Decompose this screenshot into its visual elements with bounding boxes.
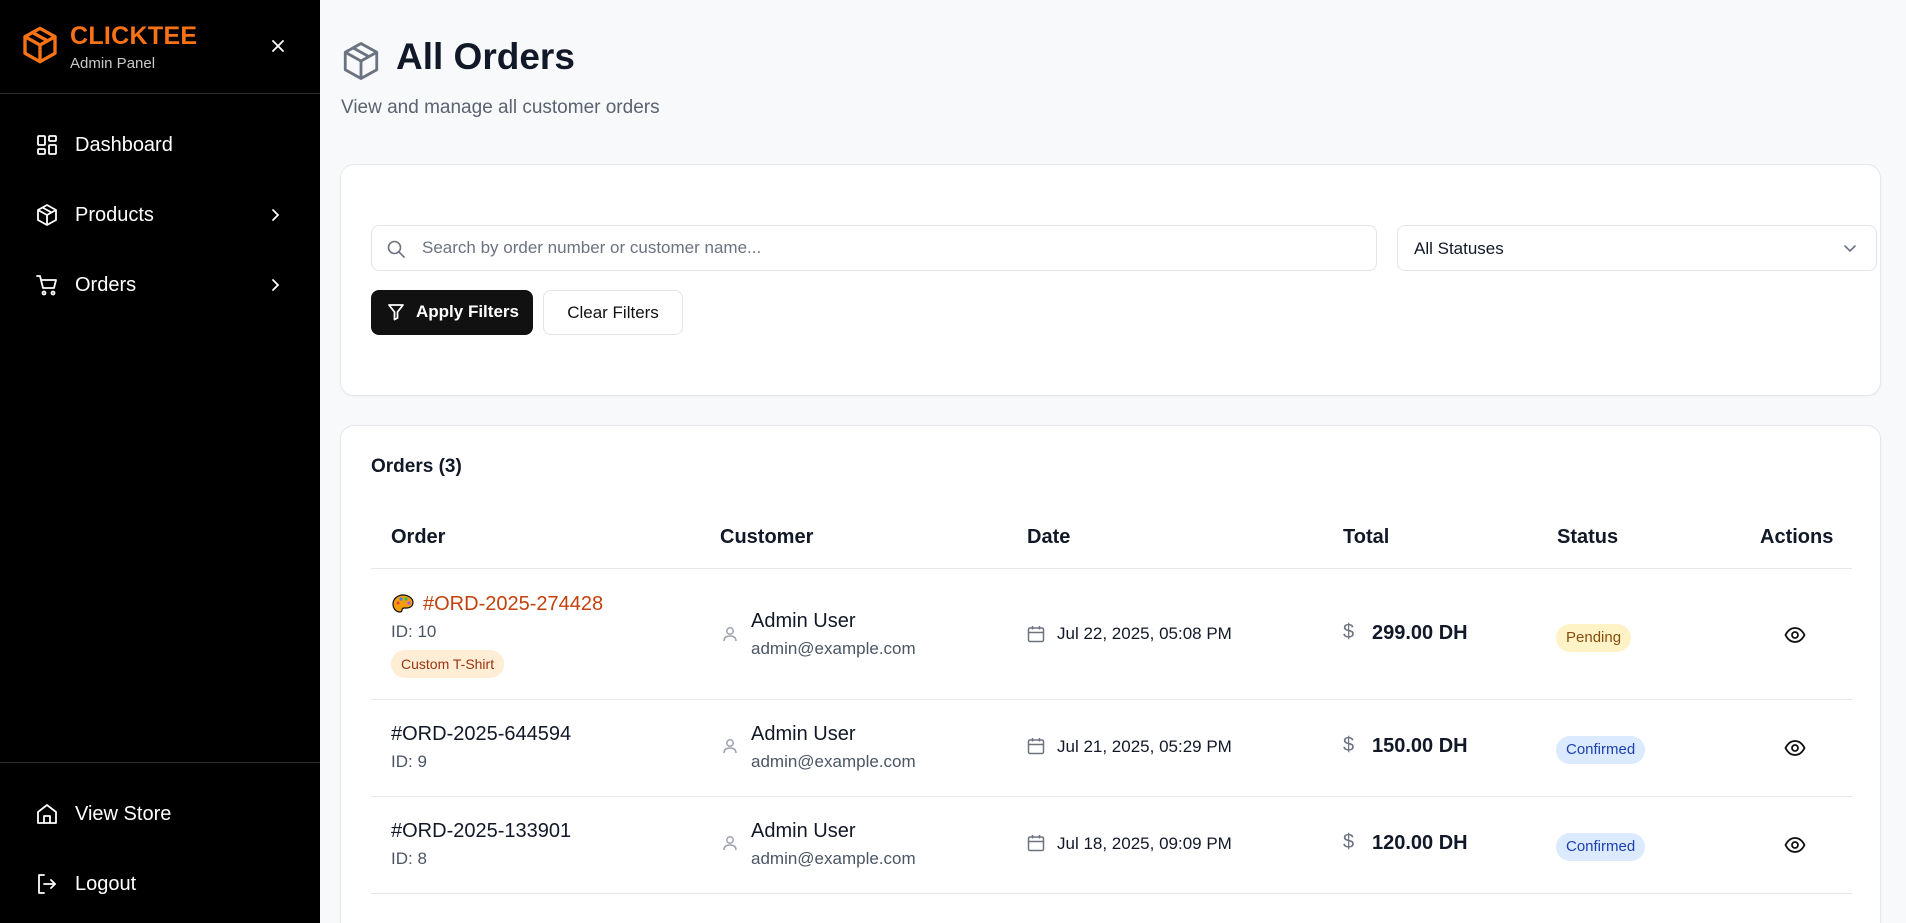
dollar-icon: $: [1343, 831, 1355, 853]
order-number-link[interactable]: #ORD-2025-644594: [391, 723, 571, 746]
customer-email: admin@example.com: [751, 752, 916, 771]
custom-tshirt-tag: Custom T-Shirt: [391, 650, 505, 678]
brand-subtitle: Admin Panel: [70, 55, 156, 72]
filter-icon: [388, 304, 404, 321]
logout-icon: [34, 871, 60, 897]
sidebar-item-orders[interactable]: Orders: [0, 257, 320, 313]
order-number-link[interactable]: #ORD-2025-133901: [391, 820, 571, 843]
sidebar-item-view-store[interactable]: View Store: [0, 786, 320, 842]
close-icon: [272, 40, 284, 52]
order-date: Jul 22, 2025, 05:08 PM: [1057, 624, 1232, 643]
status-badge: Confirmed: [1556, 833, 1646, 861]
order-total: 120.00 DH: [1372, 832, 1468, 854]
column-header-status: Status: [1557, 526, 1619, 548]
table-row[interactable]: #ORD-2025-644594 ID: 9 Admin User admin@…: [371, 700, 1852, 796]
filters-card: All Statuses Apply Filters Clear Filters: [340, 164, 1881, 396]
sidebar-item-dashboard[interactable]: Dashboard: [0, 117, 320, 173]
calendar-icon: [1027, 835, 1045, 852]
order-date: Jul 21, 2025, 05:29 PM: [1057, 737, 1232, 756]
order-date: Jul 18, 2025, 09:09 PM: [1057, 834, 1232, 853]
sidebar-item-label: Dashboard: [75, 133, 173, 156]
status-select-value: All Statuses: [1414, 239, 1504, 258]
calendar-icon: [1027, 738, 1045, 755]
cart-icon: [34, 272, 60, 298]
order-id: ID: 10: [391, 622, 437, 641]
user-icon: [723, 836, 737, 851]
sidebar-item-label: View Store: [75, 802, 172, 825]
page-subtitle: View and manage all customer orders: [341, 97, 660, 118]
customer-name: Admin User: [751, 820, 856, 842]
clear-filters-button[interactable]: Clear Filters: [543, 290, 683, 335]
user-icon: [723, 627, 737, 642]
brand-header: CLICKTEE Admin Panel: [0, 0, 320, 94]
main-content: All Orders View and manage all customer …: [320, 0, 1906, 923]
table-row[interactable]: #ORD-2025-274428 ID: 10 Custom T-Shirt A…: [371, 569, 1852, 699]
apply-filters-button[interactable]: Apply Filters: [371, 290, 533, 335]
calendar-icon: [1027, 626, 1045, 643]
column-header-order: Order: [391, 526, 446, 548]
column-header-total: Total: [1343, 526, 1390, 548]
box-logo-icon: [23, 26, 57, 64]
order-id: ID: 9: [391, 752, 427, 771]
customer-email: admin@example.com: [751, 849, 916, 868]
order-total: 299.00 DH: [1372, 622, 1468, 644]
dollar-icon: $: [1343, 734, 1355, 756]
home-icon: [34, 801, 60, 827]
search-field[interactable]: [371, 225, 1377, 271]
sidebar-item-label: Products: [75, 203, 154, 226]
search-input[interactable]: [422, 226, 1362, 270]
customer-name: Admin User: [751, 723, 856, 745]
chevron-down-icon: [1844, 245, 1856, 253]
status-badge: Confirmed: [1556, 736, 1646, 764]
sidebar-bottom: View Store Logout: [0, 762, 320, 895]
sidebar-item-products[interactable]: Products: [0, 187, 320, 243]
box-icon: [34, 202, 60, 228]
apply-filters-label: Apply Filters: [416, 302, 519, 321]
order-number-link[interactable]: #ORD-2025-274428: [423, 593, 603, 616]
search-icon: [387, 240, 405, 258]
dollar-icon: $: [1343, 621, 1355, 643]
page-title: All Orders: [396, 36, 575, 77]
sidebar-item-label: Orders: [75, 273, 137, 296]
sidebar: CLICKTEE Admin Panel Dashboard Products …: [0, 0, 320, 923]
orders-count-title: Orders (3): [371, 456, 462, 477]
order-id: ID: 8: [391, 849, 427, 868]
customer-name: Admin User: [751, 610, 856, 632]
brand-name: CLICKTEE: [70, 22, 198, 50]
palette-icon: [392, 594, 414, 613]
chevron-right-icon: [266, 276, 284, 294]
user-icon: [723, 739, 737, 754]
order-total: 150.00 DH: [1372, 735, 1468, 757]
table-row[interactable]: #ORD-2025-133901 ID: 8 Admin User admin@…: [371, 797, 1852, 893]
sidebar-item-label: Logout: [75, 872, 137, 895]
dashboard-icon: [34, 132, 60, 158]
row-divider: [371, 893, 1852, 894]
eye-icon[interactable]: [1784, 737, 1806, 759]
box-icon: [343, 42, 379, 80]
customer-email: admin@example.com: [751, 639, 916, 658]
sidebar-item-logout[interactable]: Logout: [0, 856, 320, 912]
status-badge: Pending: [1556, 624, 1632, 652]
column-header-date: Date: [1027, 526, 1071, 548]
column-header-actions: Actions: [1760, 526, 1834, 548]
eye-icon[interactable]: [1784, 834, 1806, 856]
close-sidebar-button[interactable]: [266, 34, 290, 58]
chevron-right-icon: [266, 206, 284, 224]
orders-card: Orders (3) Order Customer Date Total Sta…: [340, 425, 1881, 923]
status-select[interactable]: All Statuses: [1397, 225, 1877, 271]
eye-icon[interactable]: [1784, 624, 1806, 646]
column-header-customer: Customer: [720, 526, 814, 548]
